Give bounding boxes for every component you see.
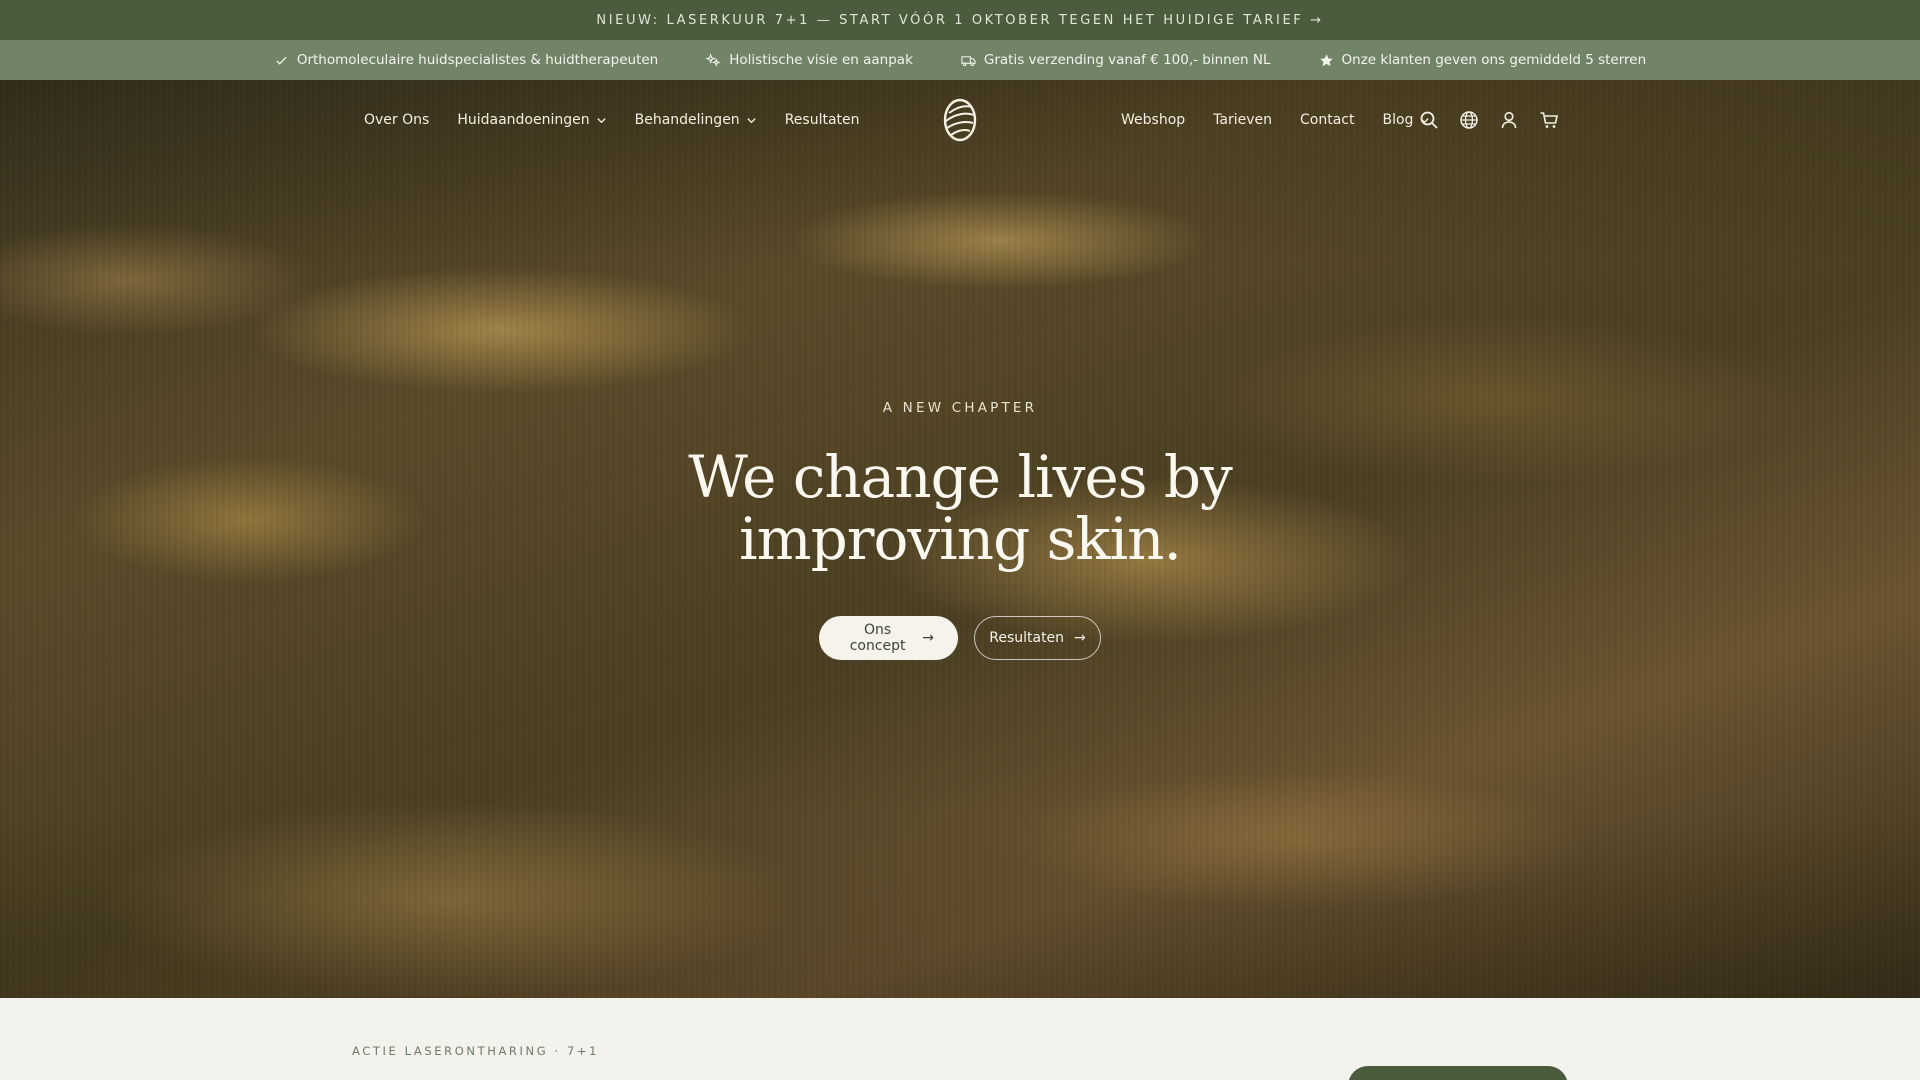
nav-item-label: Over Ons <box>364 112 430 128</box>
usp-item-rating: Onze klanten geven ons gemiddeld 5 sterr… <box>1319 52 1647 68</box>
announcement-bar: NIEUW: LASERKUUR 7+1 — START VÓÓR 1 OKTO… <box>0 0 1920 40</box>
usp-item-holistic: Holistische visie en aanpak <box>706 52 913 68</box>
main-navigation: Over Ons Huidaandoeningen Behandelingen … <box>0 80 1920 160</box>
ons-concept-button[interactable]: Ons concept → <box>819 616 958 660</box>
nav-right-group: Webshop Tarieven Contact Blog <box>1121 80 1430 160</box>
hero-eyebrow: A NEW CHAPTER <box>882 400 1038 416</box>
usp-item-shipping: Gratis verzending vanaf € 100,- binnen N… <box>961 52 1271 68</box>
nav-item-over-ons[interactable]: Over Ons <box>364 112 429 128</box>
cart-icon <box>1540 112 1558 128</box>
nav-item-label: Blog <box>1382 112 1414 128</box>
nav-left-group: Over Ons Huidaandoeningen Behandelingen … <box>364 80 860 160</box>
arrow-right-icon: → <box>922 630 934 646</box>
hero-content: A NEW CHAPTER We change lives by improvi… <box>0 400 1920 660</box>
usp-text: Onze klanten geven ons gemiddeld 5 sterr… <box>1341 52 1647 68</box>
nav-item-label: Contact <box>1300 112 1355 128</box>
usp-text: Gratis verzending vanaf € 100,- binnen N… <box>983 52 1271 68</box>
arrow-right-icon: → <box>1074 630 1086 646</box>
resultaten-button[interactable]: Resultaten → <box>974 616 1101 660</box>
account-button[interactable] <box>1498 109 1520 131</box>
language-button[interactable] <box>1458 109 1480 131</box>
usp-item-specialists: Orthomoleculaire huidspecialistes & huid… <box>274 52 658 68</box>
logo-icon[interactable] <box>941 97 979 143</box>
promo-button[interactable] <box>1348 1066 1568 1080</box>
chevron-down-icon <box>747 117 756 123</box>
chevron-down-icon <box>596 117 606 123</box>
truck-icon <box>961 55 976 66</box>
usp-text: Orthomoleculaire huidspecialistes & huid… <box>296 52 659 68</box>
nav-item-label: Tarieven <box>1213 112 1272 128</box>
nav-item-resultaten[interactable]: Resultaten <box>785 112 860 128</box>
globe-icon <box>1460 111 1478 129</box>
announcement-link[interactable]: NIEUW: LASERKUUR 7+1 — START VÓÓR 1 OKTO… <box>596 13 1323 28</box>
check-icon <box>276 56 287 65</box>
usp-text: Holistische visie en aanpak <box>729 52 913 68</box>
usp-bar: Orthomoleculaire huidspecialistes & huid… <box>0 40 1920 80</box>
button-label: Ons concept <box>849 622 906 654</box>
hero-cta-group: Ons concept → Resultaten → <box>0 616 1920 660</box>
search-button[interactable] <box>1418 109 1440 131</box>
nav-item-label: Behandelingen <box>634 112 740 128</box>
search-icon <box>1420 111 1438 129</box>
account-icon <box>1501 111 1517 129</box>
nav-item-label: Resultaten <box>784 112 860 128</box>
hero-headline: We change lives by improving skin. <box>688 443 1233 573</box>
sparkle-icon <box>706 52 721 67</box>
nav-item-contact[interactable]: Contact <box>1300 112 1354 128</box>
nav-item-label: Huidaandoeningen <box>457 112 590 128</box>
nav-item-huidaandoeningen[interactable]: Huidaandoeningen <box>457 112 606 128</box>
nav-item-behandelingen[interactable]: Behandelingen <box>635 112 757 128</box>
promo-section: ACTIE LASERONTHARING · 7+1 <box>0 998 1920 1080</box>
nav-icon-group <box>1418 80 1560 160</box>
nav-item-label: Webshop <box>1121 112 1186 128</box>
nav-item-tarieven[interactable]: Tarieven <box>1213 112 1272 128</box>
promo-eyebrow: ACTIE LASERONTHARING · 7+1 <box>352 1044 600 1058</box>
button-label: Resultaten <box>989 630 1065 646</box>
star-icon <box>1319 53 1333 66</box>
cart-button[interactable] <box>1538 109 1560 131</box>
nav-item-webshop[interactable]: Webshop <box>1121 112 1185 128</box>
